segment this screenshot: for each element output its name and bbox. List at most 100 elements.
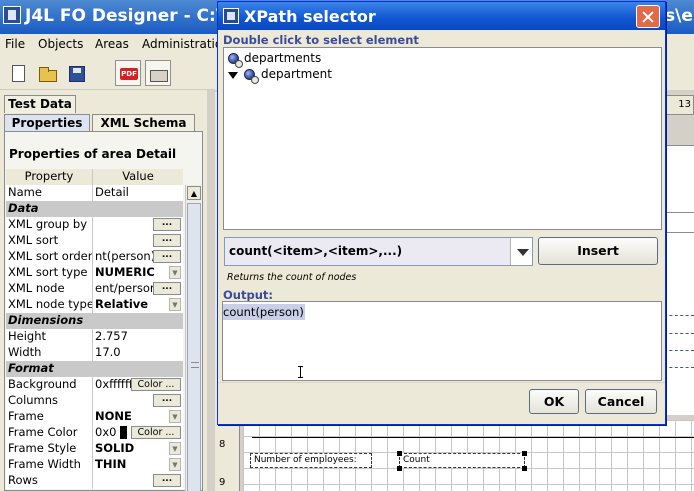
color-picker-button[interactable]: Color ...: [131, 426, 181, 439]
property-row[interactable]: XML sort type NUMERIC ▼: [6, 265, 183, 281]
chevron-down-icon[interactable]: ▼: [169, 266, 181, 279]
property-row[interactable]: Width 17.0: [6, 345, 183, 361]
menu-file[interactable]: File: [5, 37, 25, 51]
ok-button[interactable]: OK: [529, 389, 579, 414]
property-name: Width: [6, 345, 93, 361]
function-select[interactable]: count(<item>,<item>,...): [224, 237, 533, 266]
tree-node-label: department: [261, 67, 332, 81]
property-row[interactable]: Frame Style SOLID ▼: [6, 441, 183, 457]
property-row[interactable]: Frame Color 0x0 Color ...: [6, 425, 183, 441]
save-button[interactable]: [63, 60, 89, 86]
property-value[interactable]: ent/person...: [93, 281, 183, 297]
export-pdf-button[interactable]: PDF: [115, 60, 141, 86]
expand-arrow-icon[interactable]: [228, 72, 238, 79]
chevron-down-icon[interactable]: [517, 249, 529, 256]
xpath-dialog: XPath selector Double click to select el…: [217, 1, 666, 425]
chevron-down-icon[interactable]: ▼: [169, 298, 181, 311]
property-row[interactable]: Height 2.757: [6, 329, 183, 345]
main-window-title-tail: s\e: [665, 6, 693, 26]
ellipsis-button[interactable]: ...: [153, 250, 181, 263]
property-row[interactable]: XML sort order nt(person)...: [6, 249, 183, 265]
output-textarea[interactable]: count(person): [222, 301, 662, 381]
section-label: Data: [6, 201, 183, 217]
property-value[interactable]: SOLID ▼: [93, 441, 183, 457]
scroll-thumb[interactable]: [187, 203, 201, 491]
property-section: Format: [6, 361, 183, 377]
count-field[interactable]: Count: [399, 453, 525, 468]
chevron-down-icon[interactable]: ▼: [169, 442, 181, 455]
resize-handle[interactable]: [522, 466, 527, 471]
property-name: XML node type: [6, 297, 93, 313]
property-value[interactable]: ...: [93, 473, 183, 489]
scroll-up-arrow-icon[interactable]: ▲: [187, 186, 201, 200]
property-row[interactable]: Frame Width THIN ▼: [6, 457, 183, 473]
property-row[interactable]: XML group by...: [6, 217, 183, 233]
property-value[interactable]: nt(person)...: [93, 249, 183, 265]
output-value: count(person): [223, 304, 305, 320]
property-row[interactable]: Rows...: [6, 473, 183, 489]
margin-guide: [664, 367, 694, 368]
label-field[interactable]: Number of employees:: [250, 453, 372, 468]
open-template-button[interactable]: [145, 60, 171, 86]
dialog-title-bar[interactable]: XPath selector: [218, 2, 665, 30]
properties-scrollbar[interactable]: ▲: [185, 185, 201, 491]
property-value[interactable]: ...: [93, 393, 183, 409]
chevron-down-icon[interactable]: ▼: [169, 458, 181, 471]
property-value[interactable]: Detail: [93, 185, 183, 201]
column-header-property[interactable]: Property: [6, 169, 93, 185]
property-row[interactable]: XML node type Relative ▼: [6, 297, 183, 313]
band-line: [252, 437, 694, 438]
property-value[interactable]: NUMERIC ▼: [93, 265, 183, 281]
tab-test-data[interactable]: Test Data: [4, 95, 76, 113]
property-name: Columns: [6, 393, 93, 409]
resize-handle[interactable]: [397, 451, 402, 456]
property-row[interactable]: XML sort...: [6, 233, 183, 249]
resize-handle[interactable]: [522, 451, 527, 456]
open-folder-icon: [39, 67, 57, 82]
open-button[interactable]: [34, 60, 60, 86]
property-row[interactable]: Columns...: [6, 393, 183, 409]
property-name: Background: [6, 377, 93, 393]
property-value[interactable]: 17.0: [93, 345, 183, 361]
ellipsis-button[interactable]: ...: [153, 474, 181, 487]
property-row[interactable]: Background 0xffffff Color ...: [6, 377, 183, 393]
color-swatch: [120, 426, 127, 439]
property-row[interactable]: Frame NONE ▼: [6, 409, 183, 425]
property-row[interactable]: XML node ent/person...: [6, 281, 183, 297]
main-window-title: J4L FO Designer - C:\: [25, 6, 223, 26]
property-value[interactable]: NONE ▼: [93, 409, 183, 425]
ruler-mark-9: 9: [219, 477, 226, 488]
property-name: XML sort order: [6, 249, 93, 265]
cancel-button[interactable]: Cancel: [585, 389, 657, 414]
menu-areas[interactable]: Areas: [95, 37, 129, 51]
property-value[interactable]: 2.757: [93, 329, 183, 345]
property-value[interactable]: THIN ▼: [93, 457, 183, 473]
chevron-down-icon[interactable]: ▼: [169, 410, 181, 423]
insert-button[interactable]: Insert: [538, 237, 658, 265]
ellipsis-button[interactable]: ...: [153, 218, 181, 231]
close-icon[interactable]: [636, 5, 660, 28]
output-label: Output:: [223, 288, 273, 302]
ellipsis-button[interactable]: ...: [153, 282, 181, 295]
new-file-button[interactable]: [5, 60, 31, 86]
column-header-value[interactable]: Value: [93, 169, 183, 185]
property-value[interactable]: ...: [93, 233, 183, 249]
xml-tree[interactable]: departments department: [223, 47, 662, 230]
property-value-text: 17.0: [95, 345, 121, 359]
property-name: Rows: [6, 473, 93, 489]
color-picker-button[interactable]: Color ...: [131, 378, 181, 391]
property-value[interactable]: ...: [93, 217, 183, 233]
tab-properties[interactable]: Properties: [4, 114, 90, 132]
margin-guide: [664, 315, 694, 316]
property-value[interactable]: 0x0 Color ...: [93, 425, 183, 441]
menu-objects[interactable]: Objects: [38, 37, 83, 51]
ellipsis-button[interactable]: ...: [153, 234, 181, 247]
property-value[interactable]: 0xffffff Color ...: [93, 377, 183, 393]
tab-xml-schema[interactable]: XML Schema: [92, 114, 195, 132]
margin-guide: [664, 350, 694, 351]
property-row[interactable]: Name Detail: [6, 185, 183, 201]
menu-administration[interactable]: Administratio: [142, 37, 222, 51]
resize-handle[interactable]: [397, 466, 402, 471]
property-value[interactable]: Relative ▼: [93, 297, 183, 313]
ellipsis-button[interactable]: ...: [153, 394, 181, 407]
